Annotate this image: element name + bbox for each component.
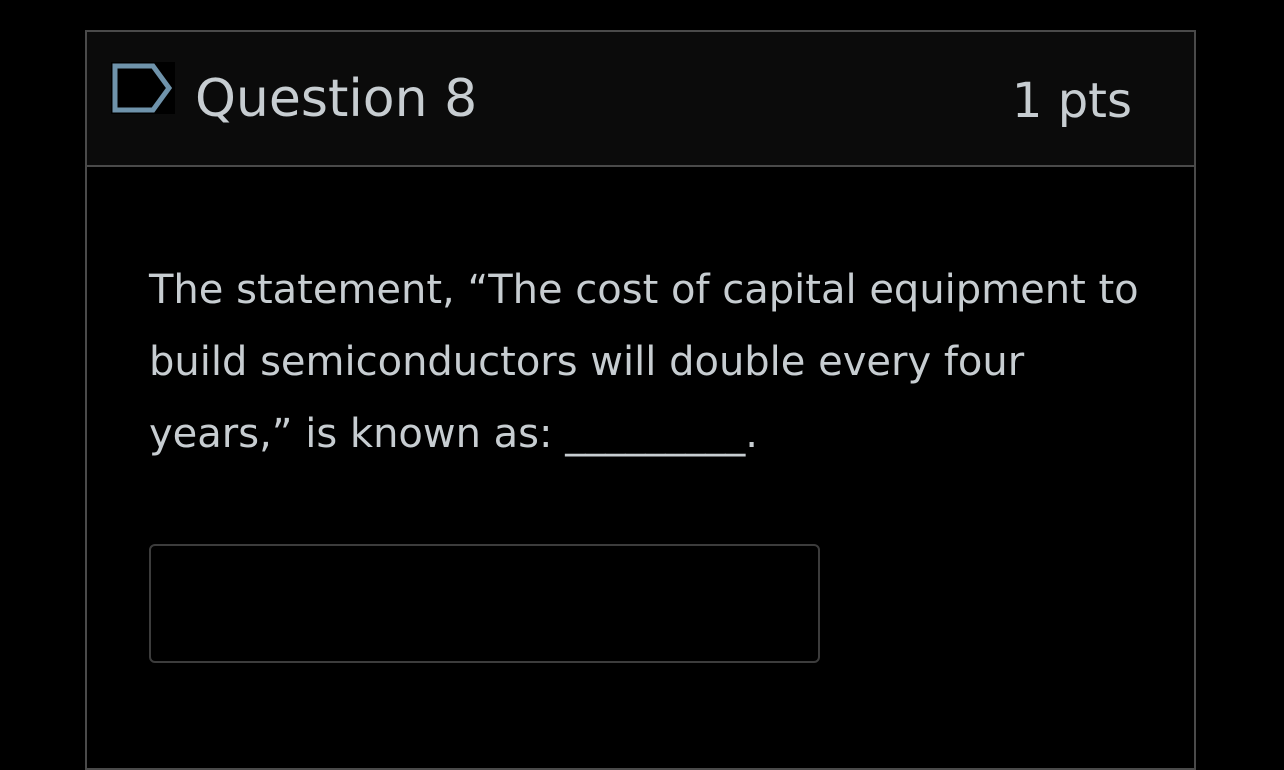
answer-input[interactable] [149,544,820,663]
question-points: 1 pts [1011,73,1132,129]
question-title: Question 8 [195,69,478,129]
flag-icon[interactable] [111,62,175,114]
question-header: Question 8 1 pts [87,32,1194,167]
question-card: Question 8 1 pts The statement, “The cos… [85,30,1196,770]
question-text: The statement, “The cost of capital equi… [149,267,1139,457]
